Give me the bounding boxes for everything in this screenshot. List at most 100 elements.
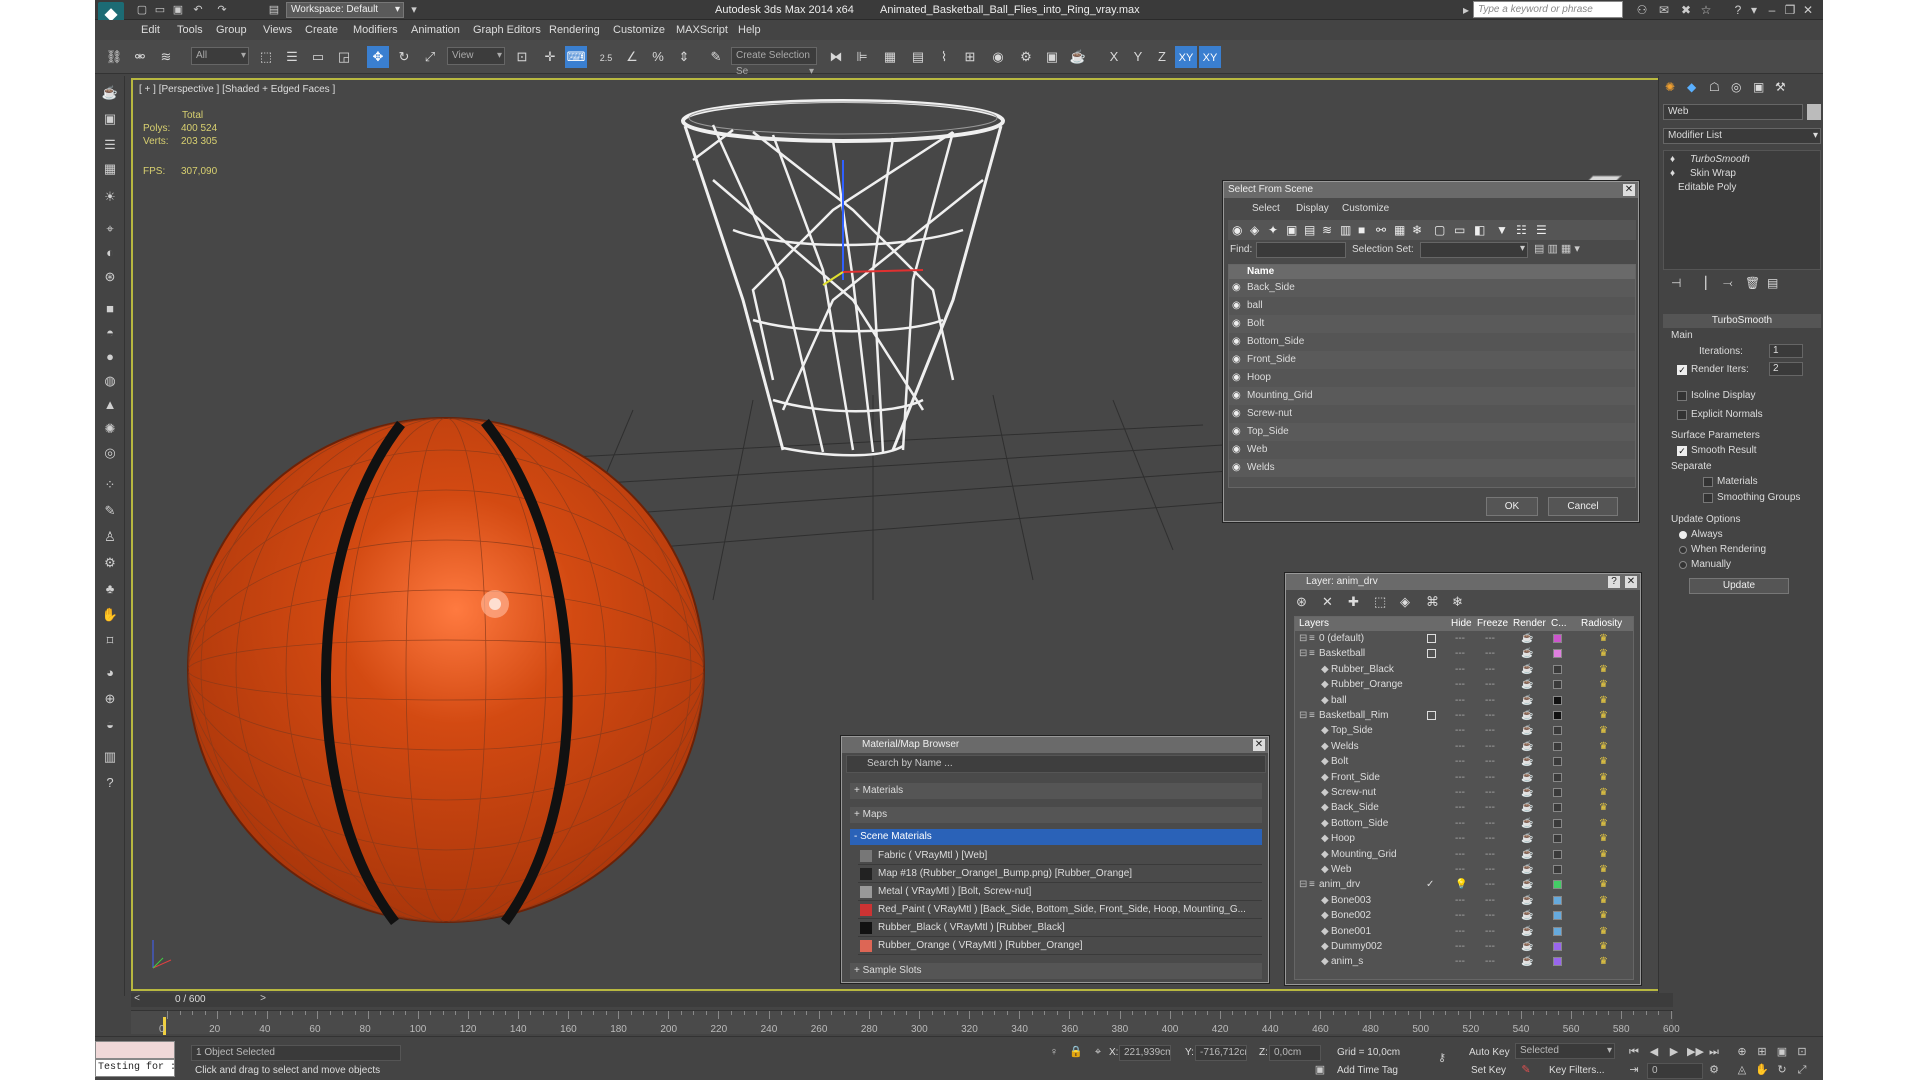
col-freeze[interactable]: Freeze (1477, 617, 1508, 631)
layer-row[interactable]: ◆ Rubber_Black --- --- ☕ ♛ (1295, 662, 1633, 677)
render-teapot-icon[interactable]: ☕ (1521, 677, 1533, 692)
menu-create[interactable]: Create (305, 24, 338, 36)
question-icon[interactable]: ? (99, 772, 121, 794)
render-teapot-icon[interactable]: ☕ (1521, 754, 1533, 769)
render-teapot-icon[interactable]: ☕ (1521, 723, 1533, 738)
freeze-toggle[interactable]: --- (1485, 754, 1495, 769)
play-icon[interactable]: ▶ (1667, 1045, 1681, 1059)
radiosity-icon[interactable]: ♛ (1599, 631, 1608, 646)
layer-row[interactable]: ◆ Bone002 --- --- ☕ ♛ (1295, 908, 1633, 923)
col-color[interactable]: C... (1551, 617, 1567, 631)
stack-item-skin-wrap[interactable]: ♦ Skin Wrap (1664, 167, 1820, 181)
pan-view-icon[interactable]: ✋ (1755, 1063, 1769, 1077)
binoculars-icon[interactable]: ⚇ (1635, 3, 1649, 17)
explicit-normals-checkbox[interactable] (1677, 410, 1687, 420)
maximize-viewport-icon[interactable]: ⤢ (1795, 1063, 1809, 1077)
teapot-icon[interactable]: ☕ (99, 82, 121, 104)
layer-row[interactable]: ◆ Welds --- --- ☕ ♛ (1295, 739, 1633, 754)
layer-color-swatch[interactable] (1553, 926, 1562, 936)
layer-row[interactable]: ◆ Front_Side --- --- ☕ ♛ (1295, 770, 1633, 785)
render-teapot-icon[interactable]: ☕ (1521, 831, 1533, 846)
freeze-toggle[interactable]: --- (1485, 662, 1495, 677)
expand-toggle-icon[interactable]: ⊟ (1299, 708, 1307, 723)
perspective-viewport[interactable]: [ + ] [Perspective ] [Shaded + Edged Fac… (131, 78, 1673, 991)
axis-xy-cycle-button[interactable]: XY (1199, 46, 1221, 68)
layer-row[interactable]: ◆ Hoop --- --- ☕ ♛ (1295, 831, 1633, 846)
hide-toggle[interactable]: --- (1455, 708, 1465, 723)
percent-snap-icon[interactable]: % (647, 46, 669, 68)
layer-color-swatch[interactable] (1553, 680, 1562, 690)
pencil-icon[interactable]: ✎ (1519, 1063, 1533, 1077)
layer-row[interactable]: ◆ anim_s --- --- ☕ ♛ (1295, 954, 1633, 969)
isolate-selection-icon[interactable]: ♀ (1047, 1045, 1061, 1059)
current-frame-field[interactable]: 0 (1647, 1063, 1703, 1079)
radiosity-icon[interactable]: ♛ (1599, 662, 1608, 677)
menu-animation[interactable]: Animation (411, 24, 460, 36)
cancel-button[interactable]: Cancel (1548, 497, 1618, 516)
hide-toggle[interactable]: --- (1455, 646, 1465, 661)
y-coordinate-field[interactable]: -716,712cr (1195, 1045, 1247, 1061)
select-manipulate-icon[interactable]: ✛ (539, 46, 561, 68)
stack-item-turbosmooth[interactable]: ♦ TurboSmooth (1664, 153, 1820, 167)
display-helpers-icon[interactable]: ▤ (1304, 220, 1315, 240)
layer-row[interactable]: ⊟ ≡ 0 (default) --- --- ☕ ♛ (1295, 631, 1633, 646)
subscription-icon[interactable]: ✉ (1657, 3, 1671, 17)
hide-toggle[interactable]: --- (1455, 847, 1465, 862)
dialog-title[interactable]: Material/Map Browser (842, 737, 1268, 753)
freeze-toggle[interactable]: --- (1485, 893, 1495, 908)
menu-graph-editors[interactable]: Graph Editors (473, 24, 541, 36)
render-production-icon[interactable]: ☕ (1067, 46, 1089, 68)
col-render[interactable]: Render (1513, 617, 1546, 631)
hide-toggle[interactable]: --- (1455, 631, 1465, 646)
bind-space-warp-icon[interactable]: ≋ (155, 46, 177, 68)
help-icon[interactable]: ? (1608, 576, 1620, 588)
axis-z-button[interactable]: Z (1151, 46, 1173, 68)
lock-selection-icon[interactable]: 🔒 (1069, 1045, 1083, 1059)
display-none-icon[interactable]: ▭ (1454, 220, 1465, 240)
smoothing-groups-checkbox[interactable] (1703, 493, 1713, 503)
radiosity-icon[interactable]: ♛ (1599, 723, 1608, 738)
layer-row[interactable]: ◆ Screw-nut --- --- ☕ ♛ (1295, 785, 1633, 800)
pivot-center-icon[interactable]: ⊡ (511, 46, 533, 68)
display-spacewarps-icon[interactable]: ≋ (1322, 220, 1332, 240)
render-teapot-icon[interactable]: ☕ (1521, 770, 1533, 785)
layer-color-swatch[interactable] (1553, 865, 1562, 874)
create-layer-icon[interactable]: ⊛ (1296, 594, 1307, 610)
render-environment-icon[interactable]: ◒ (99, 714, 121, 736)
mirror-icon[interactable]: ⧓ (825, 46, 847, 68)
modifier-list-dropdown[interactable]: Modifier List ▾ (1663, 128, 1821, 144)
keyboard-shortcut-override-icon[interactable]: ⌨ (565, 46, 587, 68)
named-selection-set-dropdown[interactable]: Create Selection Se ▾ (731, 47, 817, 77)
sample-slots-group-header[interactable]: + Sample Slots (850, 963, 1262, 979)
render-teapot-icon[interactable]: ☕ (1521, 646, 1533, 661)
open-file-icon[interactable]: ▭ (153, 3, 167, 17)
hide-toggle[interactable]: --- (1455, 924, 1465, 939)
render-teapot-icon[interactable]: ☕ (1521, 877, 1533, 892)
window-crossing-icon[interactable]: ◲ (333, 46, 355, 68)
object-list[interactable]: Name ◉ Back_Side ◉ ball ◉ Bolt ◉ Bottom_Side ◉ Fr… (1228, 264, 1636, 488)
layer-row[interactable]: ◆ Rubber_Orange --- --- ☕ ♛ (1295, 677, 1633, 692)
render-iters-checkbox[interactable]: ✓ (1677, 365, 1687, 375)
menu-display[interactable]: Display (1296, 200, 1329, 216)
render-teapot-icon[interactable]: ☕ (1521, 954, 1533, 969)
spinner-snap-icon[interactable]: ⇕ (673, 46, 695, 68)
hide-toggle[interactable]: --- (1455, 754, 1465, 769)
layer-row[interactable]: ⊟ ≡ anim_drv ✓ 💡 --- ☕ ♛ (1295, 877, 1633, 892)
freeze-toggle[interactable]: --- (1485, 800, 1495, 815)
object-color-swatch[interactable] (1807, 104, 1821, 120)
hide-toggle[interactable]: --- (1455, 893, 1465, 908)
layer-color-swatch[interactable] (1553, 942, 1562, 951)
key-icon[interactable]: ⚷ (1435, 1051, 1449, 1065)
hide-toggle[interactable]: --- (1455, 908, 1465, 923)
previous-frame-icon[interactable]: ◀ (1647, 1045, 1661, 1059)
new-file-icon[interactable]: ▢ (135, 3, 149, 17)
render-teapot-icon[interactable]: ☕ (1521, 708, 1533, 723)
freeze-toggle[interactable]: --- (1485, 847, 1495, 862)
radiosity-icon[interactable]: ♛ (1599, 893, 1608, 908)
render-teapot-icon[interactable]: ☕ (1521, 739, 1533, 754)
display-bones-icon[interactable]: ⚯ (1376, 220, 1386, 240)
key-mode-toggle-icon[interactable]: ⇥ (1627, 1063, 1641, 1077)
layer-row[interactable]: ◆ ball --- --- ☕ ♛ (1295, 693, 1633, 708)
next-frame-icon[interactable]: ▶▶ (1687, 1045, 1704, 1059)
layer-color-swatch[interactable] (1553, 834, 1562, 844)
